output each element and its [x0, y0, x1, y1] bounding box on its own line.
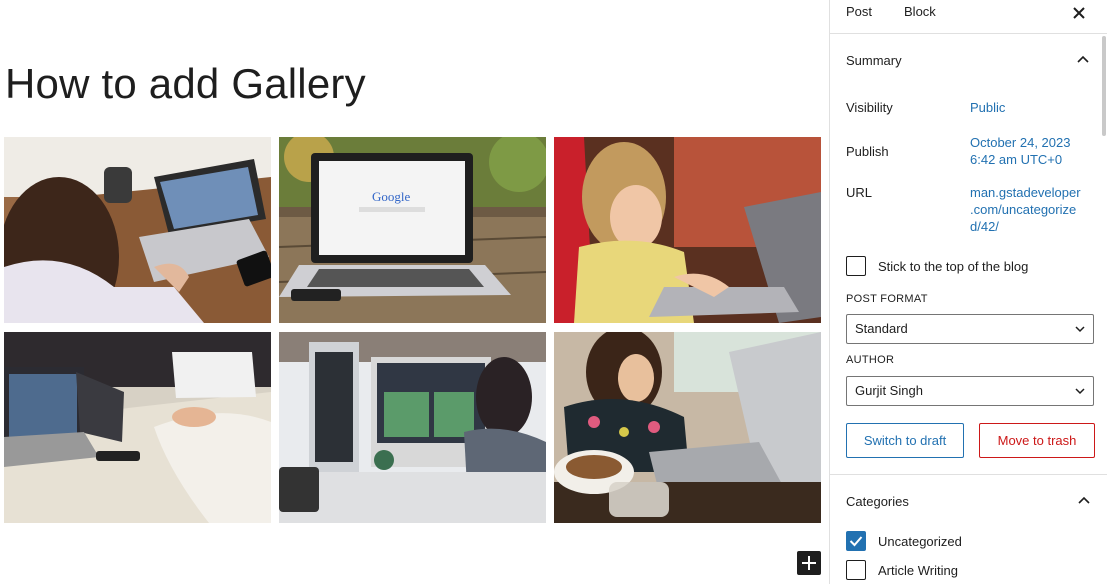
publish-label: Publish — [846, 144, 889, 159]
tab-post[interactable]: Post — [830, 0, 888, 34]
visibility-label: Visibility — [846, 100, 893, 115]
category-label: Article Writing — [878, 563, 958, 578]
stick-to-top-checkbox[interactable] — [846, 256, 866, 276]
url-link[interactable]: man.gstadeveloper .com/uncategorize d/42… — [970, 184, 1081, 235]
summary-panel-toggle[interactable]: Summary — [830, 34, 1107, 86]
svg-text:Google: Google — [372, 189, 411, 204]
settings-sidebar: Post Block Summary Visibility Public Pub… — [829, 0, 1107, 584]
checkmark-icon — [849, 536, 863, 547]
gallery-image-woman-imac[interactable] — [279, 332, 546, 523]
summary-title: Summary — [846, 52, 902, 68]
visibility-value[interactable]: Public — [970, 99, 1005, 116]
url-line: man.gstadeveloper — [970, 185, 1081, 200]
gallery-image-girl-laptop[interactable] — [554, 137, 821, 323]
author-value: Gurjit Singh — [855, 383, 923, 398]
gallery-image-meeting[interactable] — [4, 332, 271, 523]
categories-title: Categories — [846, 493, 909, 509]
category-checkbox-uncategorized[interactable] — [846, 531, 866, 551]
chevron-up-icon — [1077, 55, 1089, 63]
author-label: AUTHOR — [846, 354, 895, 366]
author-select[interactable]: Gurjit Singh — [846, 376, 1094, 406]
publish-date-link[interactable]: October 24, 2023 6:42 am UTC+0 — [970, 134, 1070, 168]
add-block-button[interactable] — [797, 551, 821, 575]
post-format-value: Standard — [855, 321, 908, 336]
close-sidebar-button[interactable] — [1069, 3, 1089, 23]
url-label: URL — [846, 185, 873, 200]
category-label: Uncategorized — [878, 534, 962, 549]
categories-panel-toggle[interactable]: Categories — [830, 475, 1107, 527]
stick-to-top-label: Stick to the top of the blog — [878, 259, 1029, 274]
editor-canvas: How to add Gallery Google — [0, 0, 829, 584]
publish-date: October 24, 2023 — [970, 135, 1071, 150]
publish-time: 6:42 am UTC+0 — [970, 152, 1063, 167]
post-title[interactable]: How to add Gallery — [5, 60, 366, 108]
close-icon — [1073, 7, 1085, 19]
gallery-image-woman-coffee[interactable] — [554, 332, 821, 523]
plus-icon — [802, 556, 816, 570]
sidebar-scrollbar[interactable] — [1102, 36, 1106, 136]
chevron-up-icon — [1078, 496, 1090, 504]
gallery-block[interactable]: Google — [4, 137, 821, 523]
url-line: d/42/ — [970, 219, 999, 234]
url-line: .com/uncategorize — [970, 202, 1077, 217]
post-format-label: POST FORMAT — [846, 293, 928, 305]
post-format-select[interactable]: Standard — [846, 314, 1094, 344]
gallery-image-macbook-google[interactable]: Google — [279, 137, 546, 323]
move-to-trash-button[interactable]: Move to trash — [979, 423, 1095, 458]
switch-to-draft-button[interactable]: Switch to draft — [846, 423, 964, 458]
sidebar-tabs: Post Block — [830, 0, 1107, 34]
chevron-down-icon — [1075, 388, 1085, 395]
tab-block[interactable]: Block — [888, 0, 952, 34]
gallery-image-woman-laptop[interactable] — [4, 137, 271, 323]
category-checkbox-article-writing[interactable] — [846, 560, 866, 580]
chevron-down-icon — [1075, 326, 1085, 333]
